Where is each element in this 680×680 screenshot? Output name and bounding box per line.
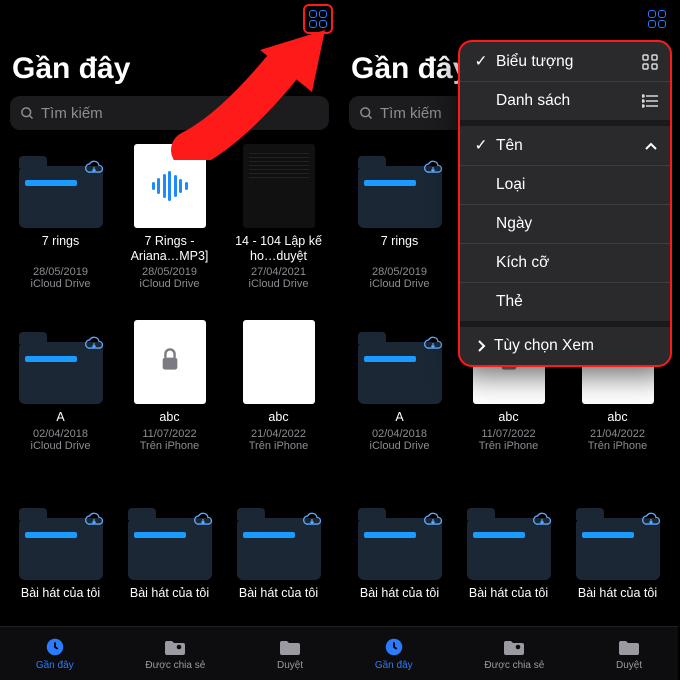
left-screenshot: Gần đây Tìm kiếm 7 rings 28/05/2019 iClo… <box>0 0 339 680</box>
tab-bar: Gần đây Được chia sẻ Duyệt <box>0 626 339 680</box>
menu-item-icons[interactable]: ✓ Biểu tượng <box>460 42 670 81</box>
list-icon <box>642 94 658 108</box>
file-item[interactable]: abc 21/04/2022 Trên iPhone <box>224 320 333 488</box>
tab-browse[interactable]: Duyệt <box>616 636 642 671</box>
chevron-up-icon <box>644 141 658 151</box>
page-title: Gần đây <box>0 26 339 92</box>
menu-item-sort-size[interactable]: Kích cỡ <box>460 243 670 282</box>
file-item[interactable]: A 02/04/2018 iCloud Drive <box>345 320 454 488</box>
file-item[interactable]: Bài hát của tôi <box>563 496 672 626</box>
tab-browse[interactable]: Duyệt <box>277 636 303 671</box>
search-icon <box>359 106 374 121</box>
menu-item-list[interactable]: Danh sách <box>460 81 670 120</box>
menu-item-view-options[interactable]: Tùy chọn Xem <box>460 321 670 365</box>
tab-bar: Gần đây Được chia sẻ Duyệt <box>339 626 678 680</box>
tab-recent[interactable]: Gần đây <box>36 636 74 671</box>
menu-item-sort-tags[interactable]: Thẻ <box>460 282 670 321</box>
file-item[interactable]: abc 11/07/2022 Trên iPhone <box>115 320 224 488</box>
file-item[interactable]: 7 rings 28/05/2019 iCloud Drive <box>345 144 454 312</box>
menu-item-sort-name[interactable]: ✓ Tên <box>460 120 670 165</box>
menu-item-sort-date[interactable]: Ngày <box>460 204 670 243</box>
file-grid: 7 rings 28/05/2019 iCloud Drive 7 Rings … <box>0 138 339 626</box>
tab-shared[interactable]: Được chia sẻ <box>145 636 205 671</box>
grid-icon <box>642 54 658 70</box>
cloud-download-icon <box>83 160 105 176</box>
lock-icon <box>159 347 181 378</box>
folder-icon <box>278 636 302 658</box>
file-item[interactable]: Bài hát của tôi <box>6 496 115 626</box>
file-item[interactable]: 7 rings 28/05/2019 iCloud Drive <box>6 144 115 312</box>
file-item[interactable]: 14 - 104 Lập kế ho…duyệt 27/04/2021 iClo… <box>224 144 333 312</box>
file-item[interactable]: Bài hát của tôi <box>115 496 224 626</box>
file-item[interactable]: A 02/04/2018 iCloud Drive <box>6 320 115 488</box>
file-item[interactable]: 7 Rings - Ariana…MP3] 28/05/2019 iCloud … <box>115 144 224 312</box>
grid-icon <box>648 10 666 28</box>
view-mode-button[interactable] <box>642 4 672 34</box>
file-item[interactable]: Bài hát của tôi <box>454 496 563 626</box>
view-options-menu: ✓ Biểu tượng Danh sách ✓ Tên Loại Ngày K… <box>458 40 672 367</box>
checkmark-icon: ✓ <box>472 52 490 71</box>
search-input[interactable]: Tìm kiếm <box>10 96 329 130</box>
audio-icon <box>152 171 188 201</box>
search-icon <box>20 106 35 121</box>
tab-recent[interactable]: Gần đây <box>375 636 413 671</box>
view-mode-button[interactable] <box>303 4 333 34</box>
grid-icon <box>309 10 327 28</box>
search-placeholder: Tìm kiếm <box>41 105 103 122</box>
chevron-right-icon <box>472 340 490 352</box>
tab-shared[interactable]: Được chia sẻ <box>484 636 544 671</box>
checkmark-icon: ✓ <box>472 136 490 155</box>
file-item[interactable]: Bài hát của tôi <box>345 496 454 626</box>
folder-shared-icon <box>163 636 187 658</box>
clock-icon <box>44 636 66 658</box>
cloud-download-icon <box>83 336 105 352</box>
file-item[interactable]: Bài hát của tôi <box>224 496 333 626</box>
menu-item-sort-kind[interactable]: Loại <box>460 165 670 204</box>
right-screenshot: Gần đây Tìm kiếm 7 rings 28/05/2019 iClo… <box>339 0 678 680</box>
